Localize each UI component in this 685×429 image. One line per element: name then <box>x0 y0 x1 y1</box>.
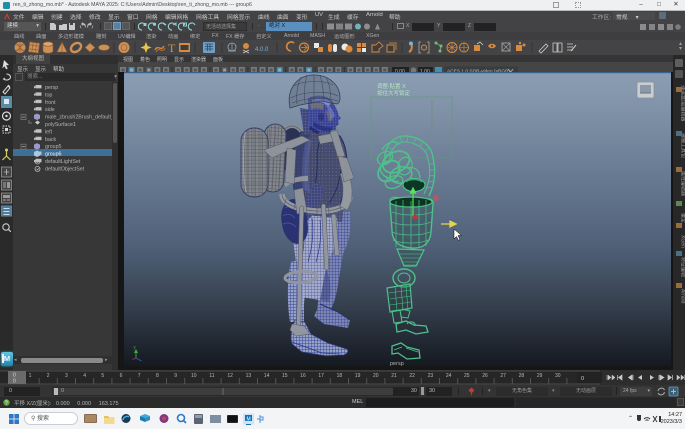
svg-text:group6: group6 <box>45 152 62 158</box>
svg-text:6: 6 <box>120 373 123 379</box>
svg-text:28: 28 <box>519 373 525 379</box>
svg-text:5: 5 <box>101 373 104 379</box>
svg-text:polySurface1: polySurface1 <box>45 122 76 128</box>
svg-text:26: 26 <box>482 373 488 379</box>
svg-text:9: 9 <box>174 373 177 379</box>
svg-text:13: 13 <box>246 373 252 379</box>
svg-text:30: 30 <box>555 373 561 379</box>
svg-text:defaultLightSet: defaultLightSet <box>45 159 81 165</box>
svg-text:XGen: XGen <box>680 235 685 248</box>
svg-text:16: 16 <box>300 373 306 379</box>
svg-text:male_zbrush2Brush_default_grou: male_zbrush2Brush_default_group <box>45 115 118 121</box>
svg-text:15: 15 <box>282 373 288 379</box>
svg-text:T: T <box>168 41 176 55</box>
svg-text:group5: group5 <box>45 144 62 150</box>
svg-text:defaultObjectSet: defaultObjectSet <box>45 166 85 172</box>
svg-text:left: left <box>45 129 53 135</box>
svg-text:12: 12 <box>227 373 233 379</box>
svg-text:2: 2 <box>47 373 50 379</box>
svg-text:25: 25 <box>464 373 470 379</box>
svg-text:10: 10 <box>191 373 197 379</box>
svg-text:top: top <box>45 92 52 98</box>
svg-text:调整:贴置 X: 调整:贴置 X <box>377 82 406 90</box>
svg-text:?: ? <box>5 401 8 406</box>
svg-text:属性编辑器: 属性编辑器 <box>680 171 685 196</box>
svg-text:23: 23 <box>428 373 434 379</box>
svg-text:M: M <box>247 417 251 423</box>
svg-text:1: 1 <box>29 373 32 379</box>
svg-text:按住大写锁定: 按住大写锁定 <box>377 89 411 97</box>
svg-text:0: 0 <box>581 376 584 382</box>
svg-text:建模工具包: 建模工具包 <box>680 133 685 158</box>
svg-text:特征编辑: 特征编辑 <box>680 257 685 277</box>
svg-text:重定: 重定 <box>680 213 685 223</box>
svg-text:20: 20 <box>373 373 379 379</box>
svg-text:21: 21 <box>391 373 397 379</box>
svg-text:11: 11 <box>209 373 214 379</box>
svg-text:front: front <box>45 100 56 106</box>
svg-text:22: 22 <box>409 373 415 379</box>
svg-text:Arnold: Arnold <box>680 289 685 304</box>
svg-text:14: 14 <box>264 373 270 379</box>
svg-text:24: 24 <box>446 373 452 379</box>
svg-text:19: 19 <box>355 373 361 379</box>
svg-text:3: 3 <box>65 373 68 379</box>
svg-text:4.0.0: 4.0.0 <box>255 47 269 53</box>
svg-text:0: 0 <box>13 379 16 385</box>
svg-text:29: 29 <box>537 373 543 379</box>
svg-text:back: back <box>45 137 57 143</box>
svg-text:persp: persp <box>45 85 58 91</box>
svg-text:17: 17 <box>318 373 324 379</box>
svg-text:8: 8 <box>156 373 159 379</box>
svg-text:side: side <box>45 107 55 113</box>
svg-text:persp: persp <box>390 361 404 366</box>
svg-text:18: 18 <box>337 373 343 379</box>
svg-text:27: 27 <box>500 373 506 379</box>
svg-text:7: 7 <box>138 373 141 379</box>
svg-text:4: 4 <box>83 373 86 379</box>
